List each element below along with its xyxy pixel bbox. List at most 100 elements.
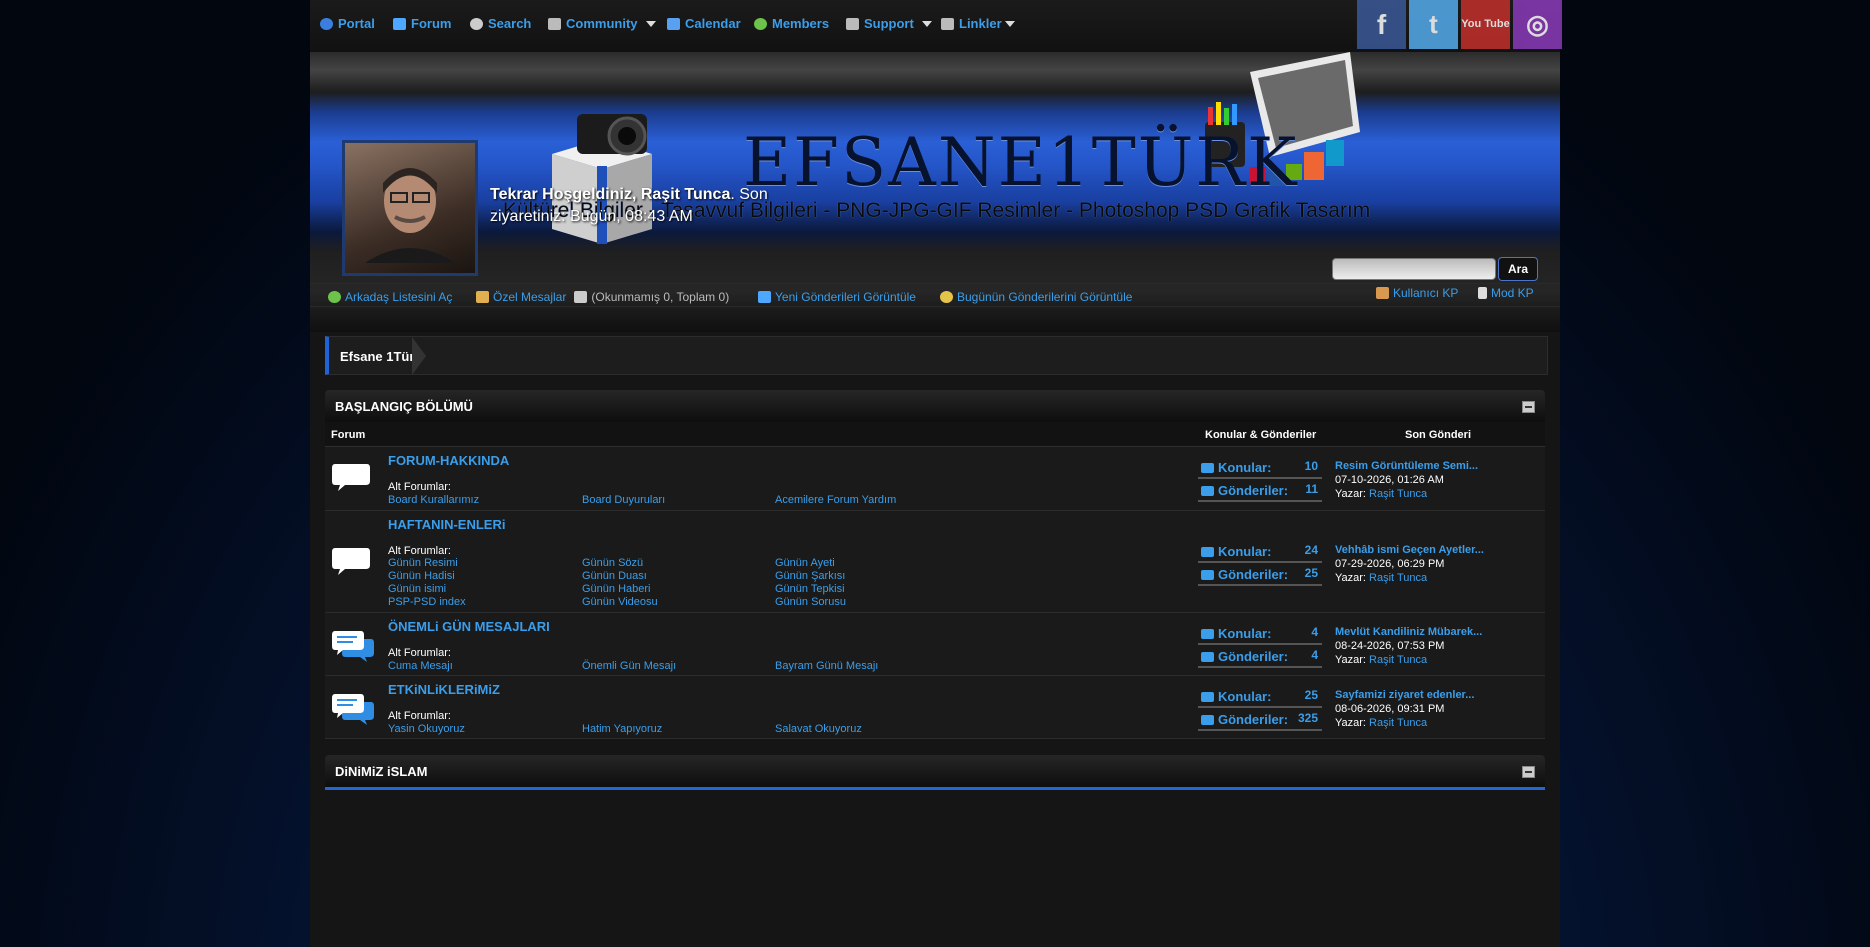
- twitter-label: t: [1429, 9, 1438, 39]
- forum-column-header: Forum Konular & Gönderiler Son Gönderi: [325, 422, 1545, 447]
- posts-label: Gönderiler:: [1218, 712, 1289, 727]
- subforum-link[interactable]: Günün Sözü: [582, 557, 643, 569]
- nav-portal[interactable]: Portal: [320, 16, 375, 31]
- last-post-author: Yazar: Raşit Tunca: [1335, 717, 1474, 729]
- new-posts-icon: [758, 291, 771, 303]
- subforum-link[interactable]: Günün Hadisi: [388, 570, 455, 582]
- subforum-link[interactable]: Board Duyuruları: [582, 494, 665, 506]
- new-posts-link[interactable]: Yeni Gönderileri Görüntüle: [758, 290, 916, 304]
- search-button[interactable]: Ara: [1498, 257, 1538, 281]
- welcome-username[interactable]: Tekrar Hoşgeldiniz, Raşit Tunca: [490, 186, 730, 203]
- facebook-label: f: [1376, 8, 1387, 40]
- topics-label: Konular:: [1218, 689, 1272, 704]
- nav-support-label: Support: [864, 16, 914, 31]
- last-post-date: 07-10-2026, 01:26 AM: [1335, 474, 1444, 486]
- last-post-title[interactable]: Mevlüt Kandiliniz Mübarek...: [1335, 626, 1482, 638]
- nav-linkler[interactable]: Linkler: [941, 16, 1015, 31]
- author-label: Yazar:: [1335, 488, 1366, 500]
- author-link[interactable]: Raşit Tunca: [1369, 488, 1427, 500]
- page-container: Portal Forum Search Community Calendar M…: [310, 0, 1562, 947]
- mod-cp-link[interactable]: Mod KP: [1478, 286, 1534, 300]
- todays-posts-link[interactable]: Bugünün Gönderilerini Görüntüle: [940, 290, 1132, 304]
- instagram-icon[interactable]: ◎: [1513, 0, 1562, 49]
- nav-members[interactable]: Members: [754, 16, 829, 31]
- avatar[interactable]: [342, 140, 478, 276]
- posts-stat: Gönderiler: 25: [1198, 565, 1322, 586]
- category-title[interactable]: BAŞLANGIÇ BÖLÜMÜ: [335, 399, 473, 414]
- top-navbar: Portal Forum Search Community Calendar M…: [310, 0, 1562, 52]
- topics-stat: Konular: 25: [1198, 687, 1322, 708]
- category-title[interactable]: DiNiMiZ iSLAM: [335, 764, 427, 779]
- forum-bubbles-new-icon: [332, 694, 374, 725]
- forum-bubble-icon: [332, 464, 370, 491]
- topics-stat: Konular: 10: [1198, 458, 1322, 479]
- search-input[interactable]: [1332, 258, 1496, 280]
- twitter-icon[interactable]: t: [1409, 0, 1458, 49]
- forum-row: HAFTANIN-ENLERi Alt Forumlar: Günün Resi…: [325, 511, 1545, 613]
- nav-forum-label: Forum: [411, 16, 452, 31]
- facebook-icon[interactable]: f: [1357, 0, 1406, 49]
- subforum-link[interactable]: Yasin Okuyoruz: [388, 723, 465, 735]
- forum-title[interactable]: ÖNEMLi GÜN MESAJLARI: [388, 619, 550, 634]
- subforum-link[interactable]: Günün Sorusu: [775, 596, 846, 608]
- nav-members-label: Members: [772, 16, 830, 31]
- subforums-label-text: Alt Forumlar: [388, 545, 448, 557]
- subforum-link[interactable]: Cuma Mesajı: [388, 660, 453, 672]
- nav-support[interactable]: Support: [846, 16, 932, 31]
- subforum-link[interactable]: Günün Ayeti: [775, 557, 835, 569]
- subforum-link[interactable]: Önemli Gün Mesajı: [582, 660, 676, 672]
- collapse-icon[interactable]: [1522, 766, 1535, 778]
- posts-label: Gönderiler:: [1218, 649, 1289, 664]
- last-post-title[interactable]: Vehhâb ismi Geçen Ayetler...: [1335, 544, 1484, 556]
- subforum-link[interactable]: Günün Şarkısı: [775, 570, 845, 582]
- last-post-date: 08-24-2026, 07:53 PM: [1335, 640, 1445, 652]
- forum-title[interactable]: HAFTANIN-ENLERi: [388, 517, 505, 532]
- subforum-link[interactable]: Acemilere Forum Yardım: [775, 494, 896, 506]
- forum-row: ETKiNLiKLERiMiZ Alt Forumlar: Yasin Okuy…: [325, 676, 1545, 739]
- today-posts-icon: [940, 291, 953, 303]
- forum-title[interactable]: ETKiNLiKLERiMiZ: [388, 682, 500, 697]
- last-post-author: Yazar: Raşit Tunca: [1335, 488, 1478, 500]
- user-cp-link[interactable]: Kullanıcı KP: [1376, 286, 1458, 300]
- posts-stat: Gönderiler: 4: [1198, 647, 1322, 668]
- youtube-icon[interactable]: You Tube: [1461, 0, 1510, 49]
- nav-search[interactable]: Search: [470, 16, 531, 31]
- nav-forum[interactable]: Forum: [393, 16, 451, 31]
- last-post: Resim Görüntüleme Semi... 07-10-2026, 01…: [1335, 460, 1478, 500]
- subforum-link[interactable]: Günün Haberi: [582, 583, 651, 595]
- subforum-link[interactable]: PSP-PSD index: [388, 596, 466, 608]
- nav-community[interactable]: Community: [548, 16, 656, 31]
- forum-row: FORUM-HAKKINDA Alt Forumlar: Board Kural…: [325, 447, 1545, 511]
- breadcrumb-arrow: [412, 337, 426, 375]
- friends-list-link[interactable]: Arkadaş Listesini Aç: [328, 290, 452, 304]
- forum-title[interactable]: FORUM-HAKKINDA: [388, 453, 509, 468]
- posts-count: 4: [1311, 648, 1318, 662]
- subforum-link[interactable]: Bayram Günü Mesajı: [775, 660, 878, 672]
- last-post: Sayfamizi ziyaret edenler... 08-06-2026,…: [1335, 689, 1474, 729]
- subforum-link[interactable]: Salavat Okuyoruz: [775, 723, 862, 735]
- subforum-link[interactable]: Hatim Yapıyoruz: [582, 723, 662, 735]
- author-link[interactable]: Raşit Tunca: [1369, 717, 1427, 729]
- subforum-link[interactable]: Günün Duası: [582, 570, 647, 582]
- last-post-title[interactable]: Resim Görüntüleme Semi...: [1335, 460, 1478, 472]
- nav-portal-label: Portal: [338, 16, 375, 31]
- subforum-link[interactable]: Günün Resimi: [388, 557, 458, 569]
- subforum-link[interactable]: Günün isimi: [388, 583, 446, 595]
- subforum-link[interactable]: Günün Tepkisi: [775, 583, 845, 595]
- category-header-dinimiz-islam: DiNiMiZ iSLAM: [325, 755, 1545, 790]
- author-link[interactable]: Raşit Tunca: [1369, 654, 1427, 666]
- nav-calendar[interactable]: Calendar: [667, 16, 741, 31]
- chevron-down-icon: [645, 20, 656, 27]
- subforum-link[interactable]: Board Kurallarımız: [388, 494, 479, 506]
- nav-community-label: Community: [566, 16, 638, 31]
- forum-row: ÖNEMLi GÜN MESAJLARI Alt Forumlar: Cuma …: [325, 613, 1545, 676]
- subforum-link[interactable]: Günün Videosu: [582, 596, 658, 608]
- last-post-title[interactable]: Sayfamizi ziyaret edenler...: [1335, 689, 1474, 701]
- breadcrumb-home[interactable]: Efsane 1Türk: [340, 349, 422, 364]
- envelope-icon: [476, 291, 489, 303]
- topics-stat: Konular: 24: [1198, 542, 1322, 563]
- collapse-icon[interactable]: [1522, 401, 1535, 413]
- last-post-date: 08-06-2026, 09:31 PM: [1335, 703, 1445, 715]
- private-messages-link[interactable]: Özel Mesajlar (Okunmamış 0, Toplam 0): [476, 290, 729, 304]
- author-link[interactable]: Raşit Tunca: [1369, 572, 1427, 584]
